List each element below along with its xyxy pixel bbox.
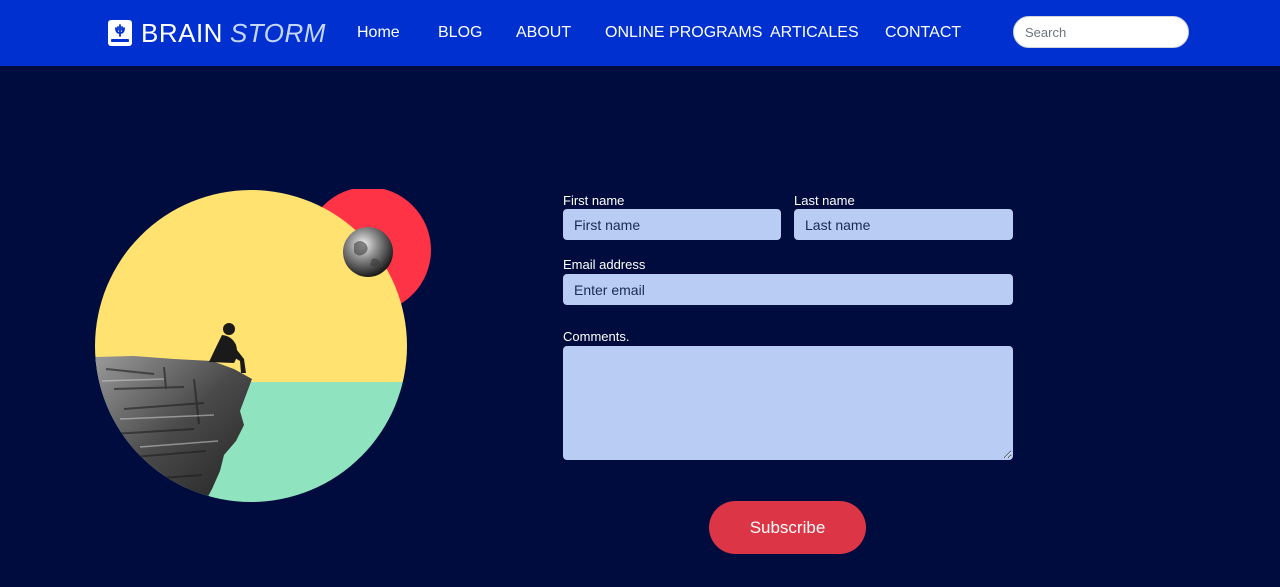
- comments-label: Comments.: [563, 329, 630, 344]
- navbar: BRAIN STORM Home BLOG ABOUT ONLINE PROGRA…: [0, 0, 1280, 66]
- nav-item-articales[interactable]: ARTICALES: [770, 23, 859, 43]
- brand-link[interactable]: BRAIN STORM: [107, 17, 326, 49]
- brand-name-part2: STORM: [229, 18, 326, 48]
- nav-item-home[interactable]: Home: [357, 23, 400, 43]
- nav-item-online-programs[interactable]: ONLINE PROGRAMS: [605, 23, 762, 43]
- earth-globe: [343, 227, 393, 277]
- nav-item-about[interactable]: ABOUT: [516, 23, 571, 43]
- last-name-label: Last name: [794, 193, 855, 208]
- hero-illustration: [94, 187, 434, 504]
- email-label: Email address: [563, 257, 646, 272]
- last-name-field[interactable]: [794, 209, 1013, 240]
- first-name-field[interactable]: [563, 209, 781, 240]
- first-name-label: First name: [563, 193, 625, 208]
- brand-name: BRAIN STORM: [141, 17, 326, 49]
- hero-illustration-svg: [95, 187, 431, 502]
- book-icon: [107, 19, 133, 47]
- brand-name-part1: BRAIN: [141, 18, 223, 48]
- email-field[interactable]: [563, 274, 1013, 305]
- nav-item-blog[interactable]: BLOG: [438, 23, 482, 43]
- nav-item-contact[interactable]: CONTACT: [885, 23, 961, 43]
- subscribe-button[interactable]: Subscribe: [709, 501, 866, 554]
- comments-field[interactable]: [563, 346, 1013, 460]
- search-input[interactable]: [1013, 16, 1189, 48]
